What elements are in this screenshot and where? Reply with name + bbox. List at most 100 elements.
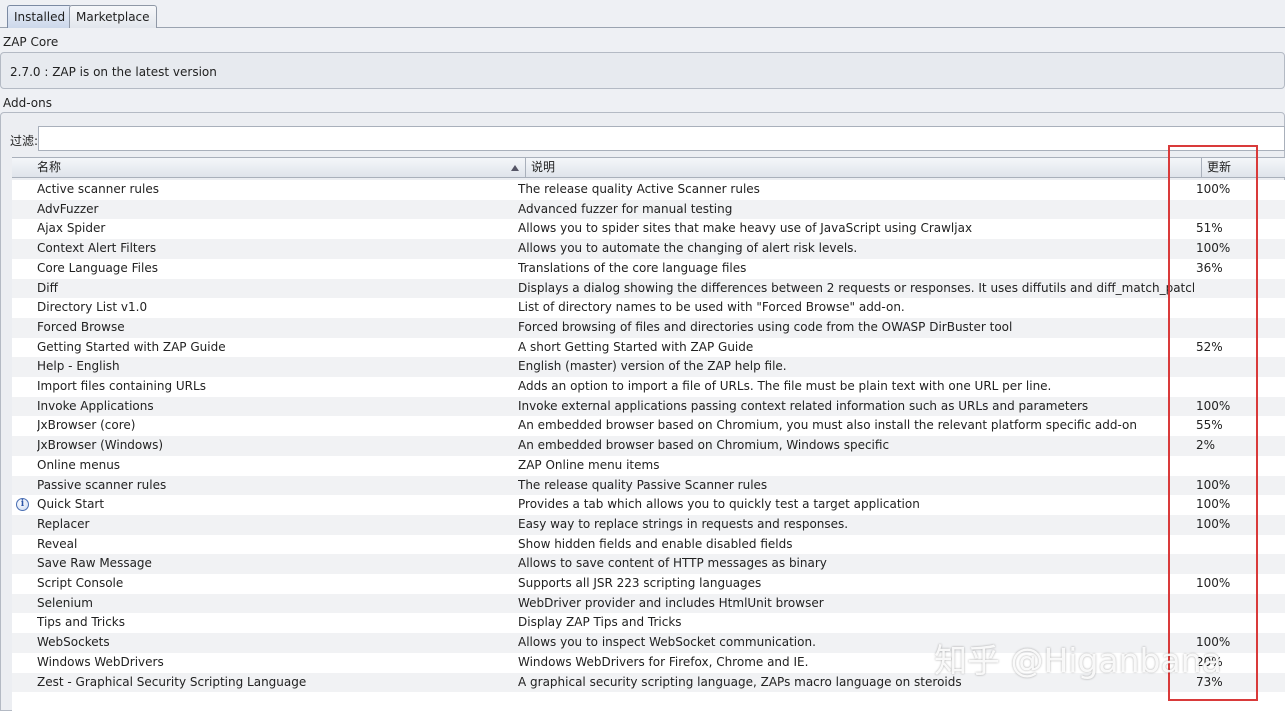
column-header-update-label: 更新 — [1207, 160, 1232, 174]
table-row[interactable]: Reveal Show hidden fields and enable disa… — [12, 535, 1285, 555]
cell-description: Show hidden fields and enable disabled f… — [518, 536, 793, 551]
row-icon-cell — [12, 613, 32, 633]
table-row[interactable]: Save Raw Message Allows to save content o… — [12, 554, 1285, 574]
cell-description: Allows you to spider sites that make hea… — [518, 221, 973, 236]
cell-update — [1196, 200, 1276, 220]
core-version-status: 2.7.0 : ZAP is on the latest version — [10, 65, 217, 79]
row-icon-cell — [12, 633, 32, 653]
cell-name: Save Raw Message — [37, 556, 152, 571]
cell-update: 100% — [1196, 398, 1231, 413]
cell-name: Context Alert Filters — [37, 241, 157, 256]
cell-description: Supports all JSR 223 scripting languages — [518, 576, 762, 590]
info-icon: i — [16, 498, 29, 512]
cell-update — [1196, 613, 1276, 633]
table-row[interactable]: Help - English English (master) version o… — [12, 357, 1285, 377]
cell-description: Display ZAP Tips and Tricks — [518, 615, 682, 630]
zap-core-panel: 2.7.0 : ZAP is on the latest version — [0, 52, 1285, 89]
row-icon-cell — [12, 180, 32, 200]
table-row[interactable]: Context Alert Filters Allows you to autom… — [12, 239, 1285, 259]
cell-update: 100% — [1196, 576, 1231, 590]
row-icon-cell — [12, 298, 32, 318]
addons-heading: Add-ons — [3, 96, 52, 110]
row-icon-cell — [12, 436, 32, 456]
cell-description: Allows you to automate the changing of a… — [518, 241, 858, 256]
row-icon-cell — [12, 357, 32, 377]
row-icon-cell: i — [12, 495, 32, 515]
cell-name: Windows WebDrivers — [37, 654, 164, 669]
row-icon-cell — [12, 476, 32, 496]
tab-bar: Installed Marketplace — [0, 0, 1285, 28]
zap-core-heading: ZAP Core — [3, 35, 59, 49]
table-row[interactable]: Selenium WebDriver provider and includes … — [12, 593, 1285, 614]
cell-name: Tips and Tricks — [37, 615, 126, 630]
row-icon-cell — [12, 279, 32, 299]
tab-installed[interactable]: Installed — [7, 5, 73, 28]
table-row[interactable]: i Quick Start Provides a tab which allows … — [12, 495, 1285, 515]
column-header-description-label: 说明 — [531, 160, 556, 174]
cell-name: Script Console — [37, 576, 124, 590]
cell-name: Diff — [37, 280, 58, 295]
row-icon-cell — [12, 653, 32, 673]
cell-update — [1196, 456, 1276, 476]
cell-name: Zest - Graphical Security Scripting Lang… — [37, 674, 307, 689]
cell-update — [1196, 318, 1276, 338]
cell-description: Adds an option to import a file of URLs.… — [518, 379, 1052, 393]
table-row[interactable]: Diff Displays a dialog showing the differ… — [12, 278, 1285, 299]
table-row[interactable]: Script Console Supports all JSR 223 scrip… — [12, 574, 1285, 594]
cell-name: Getting Started with ZAP Guide — [37, 339, 226, 354]
cell-description: Invoke external applications passing con… — [518, 398, 1089, 413]
cell-name: JxBrowser (Windows) — [37, 438, 164, 453]
cell-name: Replacer — [37, 516, 90, 531]
table-row[interactable]: Active scanner rules The release quality … — [12, 180, 1285, 200]
column-header-name-label: 名称 — [37, 160, 62, 174]
addons-table[interactable]: Active scanner rules The release quality … — [12, 180, 1285, 711]
table-row[interactable]: Core Language Files Translations of the c… — [12, 259, 1285, 279]
cell-name: Active scanner rules — [37, 182, 159, 196]
cell-update: 73% — [1196, 674, 1223, 689]
cell-description: ZAP Online menu items — [518, 457, 660, 472]
cell-update: 2% — [1196, 438, 1216, 453]
cell-update — [1196, 377, 1276, 397]
column-header-update[interactable]: 更新 — [1202, 158, 1285, 177]
cell-name: Forced Browse — [37, 319, 125, 334]
row-icon-cell — [12, 535, 32, 555]
cell-description: English (master) version of the ZAP help… — [518, 359, 787, 374]
table-row[interactable]: WebSockets Allows you to inspect WebSocke… — [12, 633, 1285, 653]
row-icon-cell — [12, 239, 32, 259]
cell-name: Selenium — [37, 595, 93, 610]
table-row[interactable]: Windows WebDrivers Windows WebDrivers for… — [12, 653, 1285, 673]
cell-description: Easy way to replace strings in requests … — [518, 516, 849, 531]
table-row[interactable]: Passive scanner rules The release quality… — [12, 475, 1285, 496]
sort-ascending-icon — [511, 165, 519, 171]
cell-update: 20% — [1196, 654, 1223, 669]
cell-description: A short Getting Started with ZAP Guide — [518, 339, 754, 354]
row-icon-cell — [12, 515, 32, 535]
cell-description: WebDriver provider and includes HtmlUnit… — [518, 595, 824, 610]
table-row[interactable]: Online menus ZAP Online menu items — [12, 456, 1285, 476]
cell-name: Ajax Spider — [37, 221, 106, 236]
tab-marketplace[interactable]: Marketplace — [69, 5, 157, 28]
cell-description: A graphical security scripting language,… — [518, 674, 962, 689]
table-row[interactable]: JxBrowser (Windows) An embedded browser b… — [12, 436, 1285, 456]
table-row[interactable]: JxBrowser (core) An embedded browser base… — [12, 416, 1285, 436]
cell-name: Core Language Files — [37, 260, 158, 275]
filter-input[interactable] — [38, 126, 1285, 151]
cell-update: 100% — [1196, 497, 1231, 512]
table-row[interactable]: Tips and Tricks Display ZAP Tips and Tric… — [12, 613, 1285, 633]
cell-update: 55% — [1196, 418, 1223, 433]
table-row[interactable]: AdvFuzzer Advanced fuzzer for manual test… — [12, 199, 1285, 220]
cell-name: Passive scanner rules — [37, 477, 167, 492]
column-header-name[interactable]: 名称 — [32, 158, 526, 177]
table-row[interactable]: Replacer Easy way to replace strings in r… — [12, 514, 1285, 535]
table-row[interactable]: Invoke Applications Invoke external appli… — [12, 396, 1285, 417]
row-icon-cell — [12, 318, 32, 338]
table-row[interactable]: Getting Started with ZAP Guide A short Ge… — [12, 338, 1285, 358]
table-row[interactable]: Directory List v1.0 List of directory nam… — [12, 298, 1285, 318]
cell-name: Help - English — [37, 359, 120, 374]
table-row[interactable]: Forced Browse Forced browsing of files an… — [12, 317, 1285, 338]
table-row[interactable]: Ajax Spider Allows you to spider sites th… — [12, 219, 1285, 239]
column-header-description[interactable]: 说明 — [526, 158, 1202, 177]
cell-name: Import files containing URLs — [37, 379, 206, 393]
table-row[interactable]: Zest - Graphical Security Scripting Lang… — [12, 672, 1285, 693]
table-row[interactable]: Import files containing URLs Adds an opti… — [12, 377, 1285, 397]
